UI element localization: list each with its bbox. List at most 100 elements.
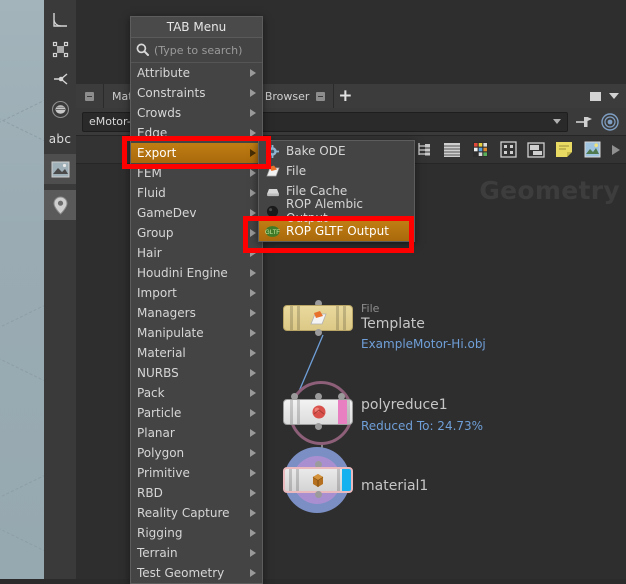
grid-view-icon[interactable]: [498, 140, 518, 160]
file-node-sublabel: File: [361, 302, 486, 315]
tab-menu-item-pack[interactable]: Pack: [131, 383, 262, 403]
tab-menu-item-import[interactable]: Import: [131, 283, 262, 303]
tab-menu-item-gamedev[interactable]: GameDev: [131, 203, 262, 223]
tab-menu-item-rigging[interactable]: Rigging: [131, 523, 262, 543]
target-icon[interactable]: [600, 112, 620, 132]
tab-menu-item-fem[interactable]: FEM: [131, 163, 262, 183]
tab-menu-item-managers[interactable]: Managers: [131, 303, 262, 323]
chevron-down-icon[interactable]: [609, 93, 619, 99]
viewport-3d[interactable]: [0, 0, 44, 579]
tab-menu-item-edge[interactable]: Edge: [131, 123, 262, 143]
chevron-right-icon: [250, 309, 256, 317]
tab-menu-item-houdini-engine[interactable]: Houdini Engine: [131, 263, 262, 283]
image-plane-icon[interactable]: [44, 154, 76, 184]
tab-menu-item-hair[interactable]: Hair: [131, 243, 262, 263]
marker-pin-icon[interactable]: [44, 190, 76, 220]
polyreduce-node-label: polyreduce1: [361, 397, 483, 413]
tabbar-right-controls: [590, 92, 626, 101]
tab-menu-item-crowds[interactable]: Crowds: [131, 103, 262, 123]
export-submenu-item-bake-ode[interactable]: Bake ODE: [259, 141, 414, 161]
chevron-right-icon: [250, 169, 256, 177]
cylinder-tool-icon[interactable]: [44, 94, 76, 124]
add-tab-button[interactable]: +: [334, 84, 356, 108]
tab-menu-item-material[interactable]: Material: [131, 343, 262, 363]
tab-menu-search[interactable]: (Type to search): [131, 38, 262, 63]
tab-menu-item-planar[interactable]: Planar: [131, 423, 262, 443]
square-icon[interactable]: [590, 92, 601, 101]
tab-menu-item-rbd[interactable]: RBD: [131, 483, 262, 503]
tab-menu-item-attribute[interactable]: Attribute: [131, 63, 262, 83]
chevron-right-icon: [250, 129, 256, 137]
tab-menu-item-label: Fluid: [137, 186, 166, 200]
tab-menu-item-reality-capture[interactable]: Reality Capture: [131, 503, 262, 523]
pin-icon[interactable]: [574, 112, 594, 132]
left-toolbar-rail: abc: [44, 0, 77, 579]
close-icon[interactable]: [85, 92, 94, 101]
gear-icon: [265, 144, 280, 159]
chevron-right-icon: [250, 329, 256, 337]
sphere-icon: [265, 204, 280, 219]
image-icon[interactable]: [582, 140, 602, 160]
tab-unnamed[interactable]: [76, 84, 104, 108]
export-submenu-item-file[interactable]: File: [259, 161, 414, 181]
polyreduce-node[interactable]: [283, 399, 353, 425]
material-node[interactable]: [283, 467, 353, 493]
tab-menu-item-manipulate[interactable]: Manipulate: [131, 323, 262, 343]
tab-menu-item-constraints[interactable]: Constraints: [131, 83, 262, 103]
node-output-connector[interactable]: [315, 491, 322, 498]
chevron-right-icon: [250, 89, 256, 97]
tab-menu-item-polygon[interactable]: Polygon: [131, 443, 262, 463]
tab-menu-item-primitive[interactable]: Primitive: [131, 463, 262, 483]
list-view-icon[interactable]: [442, 140, 462, 160]
grid-line: [0, 300, 44, 389]
export-submenu-item-rop-alembic-output[interactable]: ROP Alembic Output: [259, 201, 414, 221]
color-palette-icon[interactable]: [470, 140, 490, 160]
tab-menu-item-label: Managers: [137, 306, 196, 320]
material-node-icon: [299, 472, 337, 488]
tab-menu-item-particle[interactable]: Particle: [131, 403, 262, 423]
tab-menu-item-terrain[interactable]: Terrain: [131, 543, 262, 563]
tab-menu-item-label: Attribute: [137, 66, 190, 80]
layout-icon[interactable]: [526, 140, 546, 160]
abc-label: abc: [49, 132, 71, 146]
chevron-right-icon: [250, 69, 256, 77]
angle-tool-icon[interactable]: [44, 4, 76, 34]
file-node[interactable]: [283, 305, 353, 331]
chevron-right-icon: [250, 229, 256, 237]
play-icon[interactable]: [610, 140, 622, 160]
tab-menu-item-label: Export: [137, 146, 176, 160]
tab-menu-item-label: Material: [137, 346, 186, 360]
chevron-down-icon[interactable]: [553, 119, 561, 124]
export-submenu[interactable]: Bake ODEFileFile CacheROP Alembic Output…: [258, 140, 415, 242]
tab-menu-item-label: Terrain: [137, 546, 178, 560]
pivot-tool-icon[interactable]: [44, 64, 76, 94]
tab-menu-item-group[interactable]: Group: [131, 223, 262, 243]
note-icon[interactable]: [554, 140, 574, 160]
chevron-right-icon: [250, 349, 256, 357]
tab-menu-item-test-geometry[interactable]: Test Geometry: [131, 563, 262, 583]
chevron-right-icon: [250, 369, 256, 377]
node-output-connector[interactable]: [315, 423, 322, 430]
tab-menu-item-label: Pack: [137, 386, 165, 400]
tab-menu-item-label: Rigging: [137, 526, 182, 540]
node-output-connector[interactable]: [315, 329, 322, 336]
transform-tool-icon[interactable]: [44, 34, 76, 64]
tab-menu-item-nurbs[interactable]: NURBS: [131, 363, 262, 383]
export-submenu-items: Bake ODEFileFile CacheROP Alembic Output…: [259, 141, 414, 241]
tab-menu-item-fluid[interactable]: Fluid: [131, 183, 262, 203]
chevron-right-icon: [250, 529, 256, 537]
close-icon[interactable]: [316, 92, 325, 101]
search-input[interactable]: (Type to search): [154, 44, 242, 57]
material-node-label: material1: [361, 478, 428, 494]
export-submenu-item-label: Bake ODE: [286, 144, 346, 158]
abc-text-icon[interactable]: abc: [44, 124, 76, 154]
tab-menu-item-export[interactable]: Export: [131, 143, 262, 163]
tab-menu-item-label: Test Geometry: [137, 566, 224, 580]
chevron-right-icon: [250, 149, 256, 157]
svg-text:GLTF: GLTF: [265, 230, 280, 236]
tab-menu[interactable]: TAB Menu (Type to search) AttributeConst…: [130, 16, 263, 584]
tree-view-icon[interactable]: [414, 140, 434, 160]
tab-menu-item-label: Crowds: [137, 106, 181, 120]
chevron-right-icon: [250, 289, 256, 297]
tab-menu-item-label: Primitive: [137, 466, 190, 480]
